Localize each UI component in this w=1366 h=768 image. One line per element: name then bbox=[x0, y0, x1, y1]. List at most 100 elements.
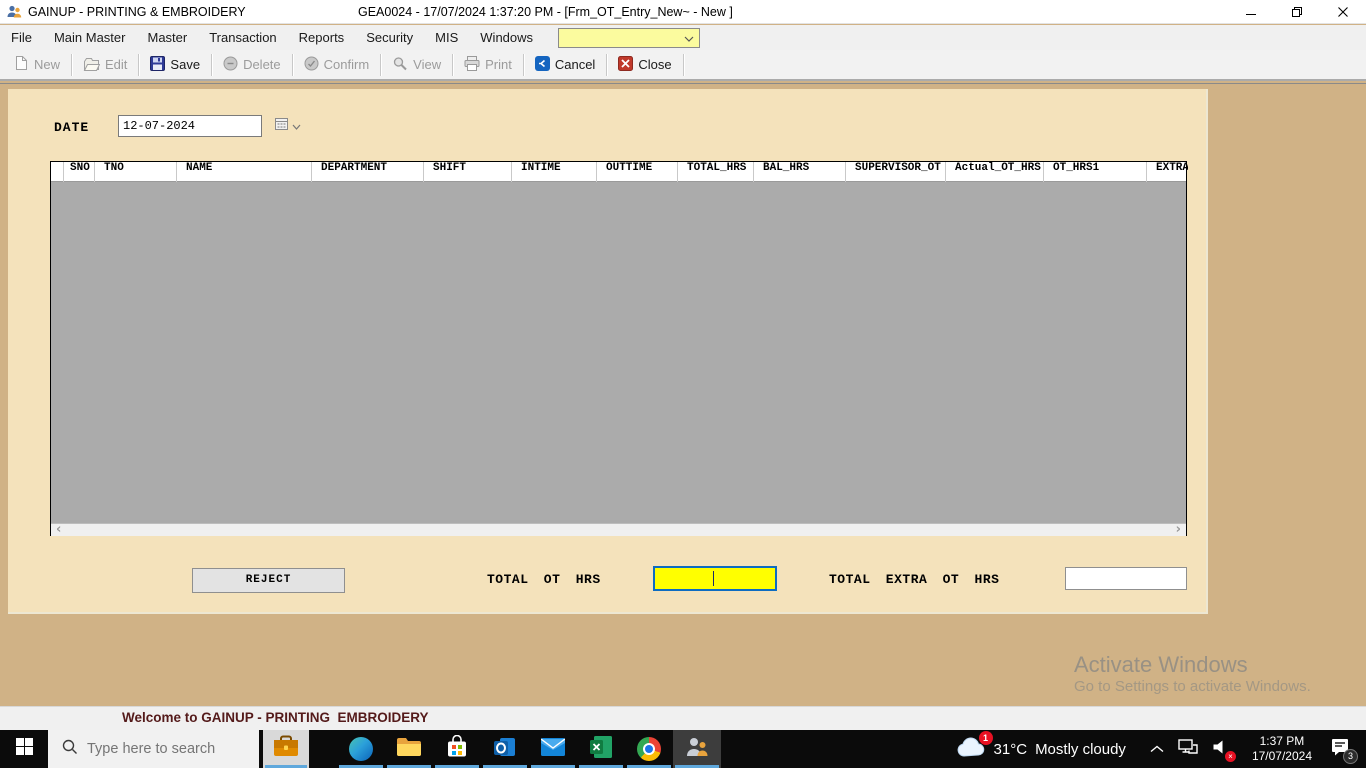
statusbar: Welcome to GAINUP - PRINTING EMBROIDERY bbox=[0, 706, 1366, 730]
toolbar-separator bbox=[292, 54, 293, 76]
menu-windows[interactable]: Windows bbox=[469, 25, 544, 50]
edit-folder-icon bbox=[83, 56, 100, 74]
cancel-button[interactable]: Cancel bbox=[527, 53, 603, 77]
menu-security[interactable]: Security bbox=[355, 25, 424, 50]
menu-file[interactable]: File bbox=[0, 25, 43, 50]
minimize-button[interactable] bbox=[1228, 0, 1274, 24]
weather-widget[interactable]: 1 31°C Mostly cloudy bbox=[956, 736, 1140, 763]
volume-muted-icon[interactable]: × bbox=[1212, 738, 1232, 761]
toolbar: New Edit Save Delete Confirm View bbox=[0, 50, 1366, 81]
toolbar-separator bbox=[683, 54, 684, 76]
total-ot-hrs-input[interactable] bbox=[653, 566, 777, 591]
taskbar-file-explorer[interactable] bbox=[385, 730, 433, 768]
taskbar-edge[interactable] bbox=[337, 730, 385, 768]
search-icon bbox=[62, 739, 78, 760]
grid-body-empty[interactable] bbox=[51, 182, 1186, 523]
app-logo-icon bbox=[6, 4, 22, 20]
taskbar-briefcase-app[interactable] bbox=[263, 730, 309, 768]
restore-button[interactable] bbox=[1274, 0, 1320, 24]
grid-column-ot-hrs1[interactable]: OT_HRS1 bbox=[1044, 162, 1147, 182]
close-window-button[interactable] bbox=[1320, 0, 1366, 24]
toolbar-separator bbox=[138, 54, 139, 76]
confirm-button[interactable]: Confirm bbox=[296, 53, 378, 77]
chrome-icon bbox=[637, 737, 661, 761]
grid-row-selector-header bbox=[51, 162, 64, 182]
grid-horizontal-scrollbar[interactable]: ‹ › bbox=[51, 523, 1186, 536]
edit-button[interactable]: Edit bbox=[75, 53, 135, 77]
grid-column-tno[interactable]: TNO bbox=[95, 162, 177, 182]
window-selector-combobox[interactable] bbox=[558, 28, 700, 48]
grid-column-intime[interactable]: INTIME bbox=[512, 162, 597, 182]
view-button[interactable]: View bbox=[384, 53, 449, 77]
ot-entry-form: DATE SNO TNO NAME DEPARTMENT SHIFT INTIM… bbox=[8, 89, 1208, 614]
taskbar-excel[interactable] bbox=[577, 730, 625, 768]
taskbar-outlook[interactable] bbox=[481, 730, 529, 768]
scroll-left-icon[interactable]: ‹ bbox=[56, 522, 61, 537]
weather-desc: Mostly cloudy bbox=[1035, 741, 1126, 758]
network-icon[interactable] bbox=[1178, 738, 1198, 761]
menu-main-master[interactable]: Main Master bbox=[43, 25, 137, 50]
cancel-icon bbox=[535, 56, 550, 74]
mdi-area: DATE SNO TNO NAME DEPARTMENT SHIFT INTIM… bbox=[0, 83, 1366, 706]
calendar-icon bbox=[275, 117, 289, 135]
menu-master[interactable]: Master bbox=[136, 25, 198, 50]
grid-column-total-hrs[interactable]: TOTAL_HRS bbox=[678, 162, 754, 182]
grid-column-actual-ot-hrs[interactable]: Actual_OT_HRS bbox=[946, 162, 1044, 182]
date-dropdown-icon[interactable] bbox=[292, 117, 301, 135]
tray-clock[interactable]: 1:37 PM 17/07/2024 bbox=[1242, 734, 1322, 764]
grid-column-department[interactable]: DEPARTMENT bbox=[312, 162, 424, 182]
document-title: GEA0024 - 17/07/2024 1:37:20 PM - [Frm_O… bbox=[358, 0, 733, 24]
save-button[interactable]: Save bbox=[142, 53, 208, 77]
toolbar-separator bbox=[606, 54, 607, 76]
taskbar-mail[interactable] bbox=[529, 730, 577, 768]
store-bag-icon bbox=[445, 735, 469, 764]
grid-column-supervisor-ot[interactable]: SUPERVISOR_OT bbox=[846, 162, 946, 182]
close-button[interactable]: Close bbox=[610, 53, 679, 77]
toolbar-separator bbox=[380, 54, 381, 76]
date-picker[interactable] bbox=[118, 115, 262, 137]
chevron-up-icon[interactable] bbox=[1150, 740, 1164, 758]
taskbar-apps bbox=[337, 730, 721, 768]
grid-column-name[interactable]: NAME bbox=[177, 162, 312, 182]
reject-button[interactable]: REJECT bbox=[192, 568, 345, 593]
watermark-line2: Go to Settings to activate Windows. bbox=[1074, 678, 1311, 695]
total-extra-ot-hrs-input[interactable] bbox=[1065, 567, 1187, 590]
close-label: Close bbox=[638, 57, 671, 72]
action-center-button[interactable]: 3 bbox=[1322, 737, 1366, 762]
date-label: DATE bbox=[54, 120, 89, 135]
grid-column-shift[interactable]: SHIFT bbox=[424, 162, 512, 182]
print-button[interactable]: Print bbox=[456, 53, 520, 77]
edit-label: Edit bbox=[105, 57, 127, 72]
scroll-right-icon[interactable]: › bbox=[1176, 522, 1181, 537]
grid-column-bal-hrs[interactable]: BAL_HRS bbox=[754, 162, 846, 182]
start-button[interactable] bbox=[0, 730, 48, 768]
menu-transaction[interactable]: Transaction bbox=[198, 25, 287, 50]
chevron-down-icon bbox=[684, 29, 694, 47]
activate-windows-watermark: Activate Windows Go to Settings to activ… bbox=[1074, 652, 1311, 695]
grid-column-extra[interactable]: EXTRA_ bbox=[1147, 162, 1188, 182]
titlebar: GAINUP - PRINTING & EMBROIDERY GEA0024 -… bbox=[0, 0, 1366, 24]
menu-mis[interactable]: MIS bbox=[424, 25, 469, 50]
taskbar-store[interactable] bbox=[433, 730, 481, 768]
taskbar-gainup-app-active[interactable] bbox=[673, 730, 721, 768]
toolbar-separator bbox=[211, 54, 212, 76]
menu-reports[interactable]: Reports bbox=[288, 25, 356, 50]
new-button[interactable]: New bbox=[6, 52, 68, 77]
save-label: Save bbox=[170, 57, 200, 72]
taskbar-search[interactable] bbox=[48, 730, 259, 768]
search-input[interactable] bbox=[87, 741, 247, 757]
grid-column-outtime[interactable]: OUTTIME bbox=[597, 162, 678, 182]
grid-header-row: SNO TNO NAME DEPARTMENT SHIFT INTIME OUT… bbox=[51, 162, 1186, 182]
taskbar-chrome[interactable] bbox=[625, 730, 673, 768]
delete-label: Delete bbox=[243, 57, 281, 72]
new-label: New bbox=[34, 57, 60, 72]
tray-time: 1:37 PM bbox=[1252, 734, 1312, 749]
date-input[interactable] bbox=[119, 119, 275, 133]
app-window: GAINUP - PRINTING & EMBROIDERY GEA0024 -… bbox=[0, 0, 1366, 768]
notification-badge: 3 bbox=[1343, 749, 1358, 764]
delete-button[interactable]: Delete bbox=[215, 53, 289, 77]
total-extra-ot-hrs-label: TOTAL EXTRA OT HRS bbox=[829, 572, 999, 587]
edge-icon bbox=[349, 737, 373, 761]
grid-column-sno[interactable]: SNO bbox=[64, 162, 95, 182]
menubar: File Main Master Master Transaction Repo… bbox=[0, 25, 1366, 50]
